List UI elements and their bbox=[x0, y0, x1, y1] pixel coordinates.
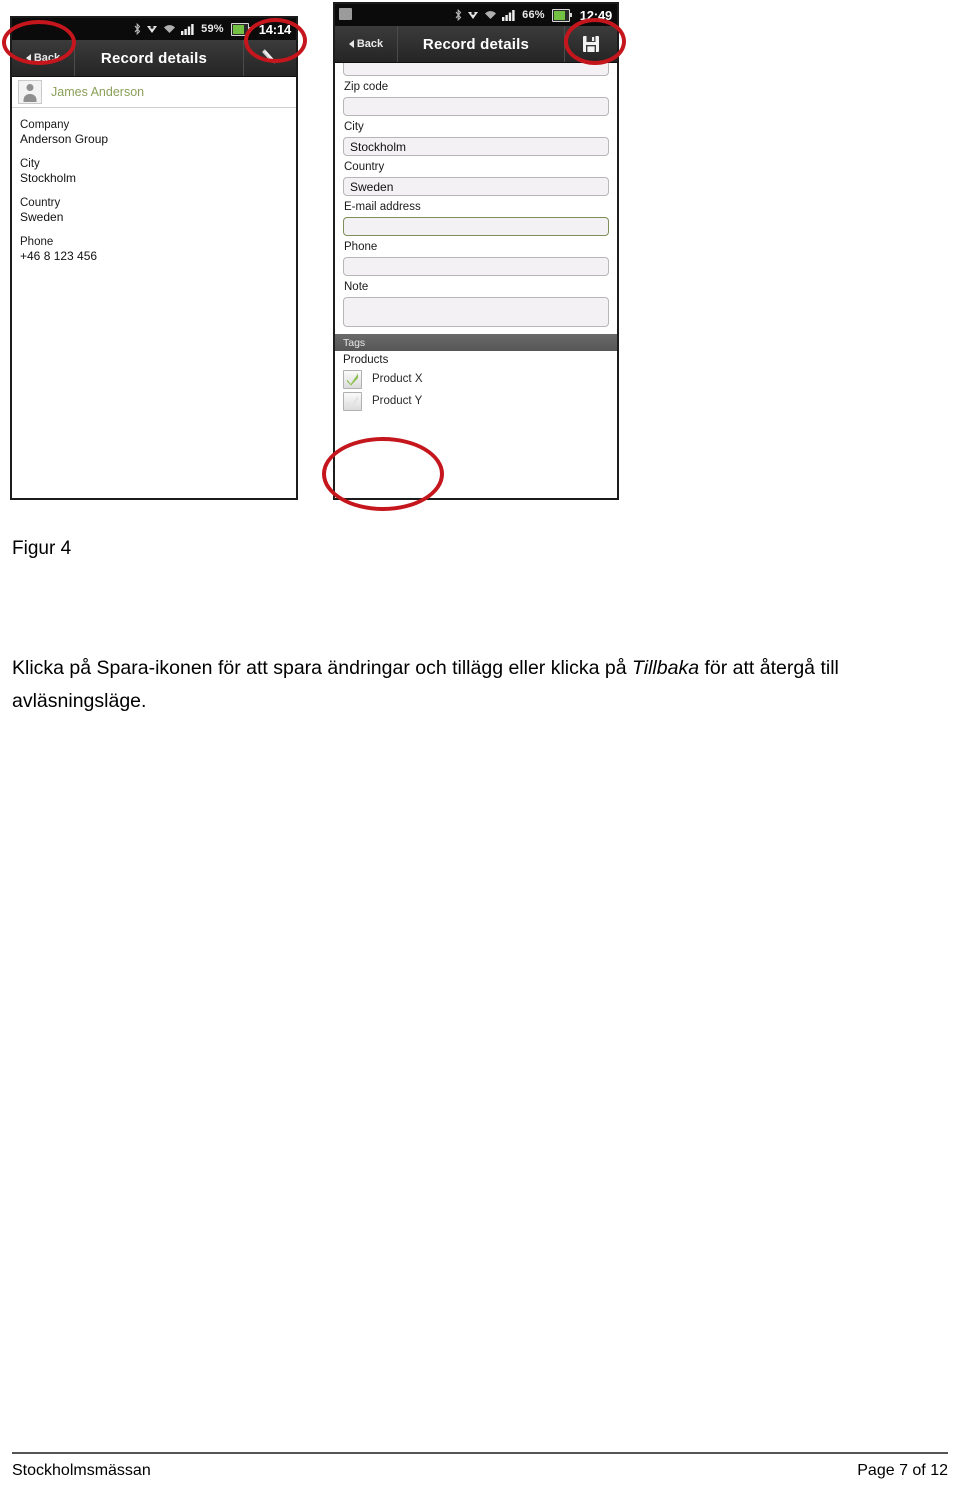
contact-name-row: James Anderson bbox=[12, 77, 296, 108]
field-above-cut-off[interactable] bbox=[343, 63, 609, 76]
city-input[interactable]: Stockholm bbox=[343, 137, 609, 156]
footer-divider bbox=[12, 1452, 948, 1454]
gallery-icon bbox=[339, 8, 352, 20]
paragraph-emphasis-tillbaka: Tillbaka bbox=[632, 657, 700, 679]
record-field: Country Sweden bbox=[20, 196, 288, 225]
field-label: Zip code bbox=[344, 81, 389, 93]
battery-icon bbox=[230, 22, 252, 36]
tags-section-body: Products Product X Product Y bbox=[335, 351, 617, 412]
paragraph-part-1: Klicka på Spara-ikonen för att spara änd… bbox=[12, 657, 633, 679]
wifi-icon bbox=[485, 11, 497, 19]
form-field-city: City Stockholm bbox=[343, 120, 609, 156]
footer-page-number: Page 7 of 12 bbox=[857, 1462, 948, 1479]
zip-code-input[interactable] bbox=[343, 97, 609, 116]
checkbox-checked-icon[interactable] bbox=[343, 369, 362, 389]
save-button-right[interactable] bbox=[564, 26, 617, 62]
field-value: Stockholm bbox=[20, 171, 77, 185]
product-x-row[interactable]: Product X bbox=[343, 368, 609, 390]
battery-percent-left: 59% bbox=[201, 23, 224, 35]
battery-icon bbox=[551, 8, 573, 22]
edit-button-left[interactable] bbox=[243, 40, 296, 76]
person-avatar-icon bbox=[18, 80, 42, 104]
field-label: City bbox=[20, 158, 40, 170]
form-field-phone: Phone bbox=[343, 240, 609, 276]
field-label: Phone bbox=[344, 241, 378, 253]
checkbox-unchecked-icon[interactable] bbox=[343, 391, 362, 411]
tags-section-header: Tags bbox=[335, 334, 617, 351]
save-floppy-icon bbox=[583, 36, 599, 52]
field-value: +46 8 123 456 bbox=[20, 249, 98, 263]
sync-icon bbox=[147, 25, 158, 33]
status-bar-right: 66% 12:49 bbox=[335, 4, 617, 26]
field-value: Sweden bbox=[20, 210, 64, 224]
form-field-zip: Zip code bbox=[343, 80, 609, 116]
products-group-title: Products bbox=[343, 354, 389, 366]
field-label: City bbox=[344, 121, 364, 133]
form-field-country: Country Sweden bbox=[343, 160, 609, 196]
email-input[interactable] bbox=[343, 217, 609, 236]
phone-screenshot-right: 66% 12:49 Back Record details Zip code C… bbox=[333, 2, 619, 500]
record-field: City Stockholm bbox=[20, 157, 288, 186]
field-label: Company bbox=[20, 119, 70, 131]
clock-right: 12:49 bbox=[579, 7, 612, 23]
field-label: Note bbox=[344, 281, 369, 293]
sync-icon bbox=[468, 11, 479, 19]
field-label: Country bbox=[344, 161, 385, 173]
form-field-email: E-mail address bbox=[343, 200, 609, 236]
note-input[interactable] bbox=[343, 297, 609, 327]
contact-name: James Anderson bbox=[51, 85, 145, 99]
country-input[interactable]: Sweden bbox=[343, 177, 609, 196]
product-y-row[interactable]: Product Y bbox=[343, 390, 609, 412]
status-bar-icons-left: 59% 14:14 bbox=[134, 22, 291, 37]
record-edit-form: Zip code City Stockholm Country Sweden E… bbox=[335, 63, 617, 327]
figure-caption: Figur 4 bbox=[12, 538, 72, 559]
back-button-label: Back bbox=[33, 52, 61, 64]
page-footer: Stockholmsmässan Page 7 of 12 bbox=[12, 1462, 948, 1480]
back-button-label: Back bbox=[356, 38, 384, 50]
field-label: Phone bbox=[20, 236, 54, 248]
action-bar-right: Back Record details bbox=[335, 26, 617, 63]
body-paragraph: Klicka på Spara-ikonen för att spara änd… bbox=[12, 652, 942, 718]
phone-screenshot-left: 59% 14:14 Back Record details James Ande… bbox=[10, 16, 298, 500]
back-triangle-icon bbox=[25, 54, 31, 62]
record-fields-readonly: Company Anderson Group City Stockholm Co… bbox=[12, 108, 296, 264]
signal-bars-icon bbox=[502, 10, 515, 21]
bluetooth-icon bbox=[134, 23, 141, 35]
field-label: E-mail address bbox=[344, 201, 421, 213]
screen-title-right: Record details bbox=[422, 35, 530, 53]
back-triangle-icon bbox=[348, 40, 354, 48]
product-x-label: Product X bbox=[372, 373, 423, 385]
wifi-icon bbox=[164, 25, 176, 33]
clock-left: 14:14 bbox=[258, 21, 291, 37]
battery-percent-right: 66% bbox=[522, 9, 545, 21]
back-button-left[interactable]: Back bbox=[12, 40, 75, 76]
field-value: Anderson Group bbox=[20, 132, 109, 146]
action-bar-left: Back Record details bbox=[12, 40, 296, 77]
form-field-note: Note bbox=[343, 280, 609, 327]
signal-bars-icon bbox=[181, 24, 194, 35]
product-y-label: Product Y bbox=[372, 395, 423, 407]
figure-illustration: 59% 14:14 Back Record details James Ande… bbox=[0, 0, 960, 512]
back-button-right[interactable]: Back bbox=[335, 26, 398, 62]
pencil-edit-icon bbox=[262, 49, 276, 64]
record-field: Company Anderson Group bbox=[20, 118, 288, 147]
record-field: Phone +46 8 123 456 bbox=[20, 235, 288, 264]
footer-organization: Stockholmsmässan bbox=[12, 1462, 151, 1479]
screen-title-left: Record details bbox=[100, 49, 208, 67]
status-bar-left: 59% 14:14 bbox=[12, 18, 296, 40]
phone-input[interactable] bbox=[343, 257, 609, 276]
bluetooth-icon bbox=[455, 9, 462, 21]
field-label: Country bbox=[20, 197, 61, 209]
status-bar-icons-right: 66% 12:49 bbox=[455, 8, 612, 23]
